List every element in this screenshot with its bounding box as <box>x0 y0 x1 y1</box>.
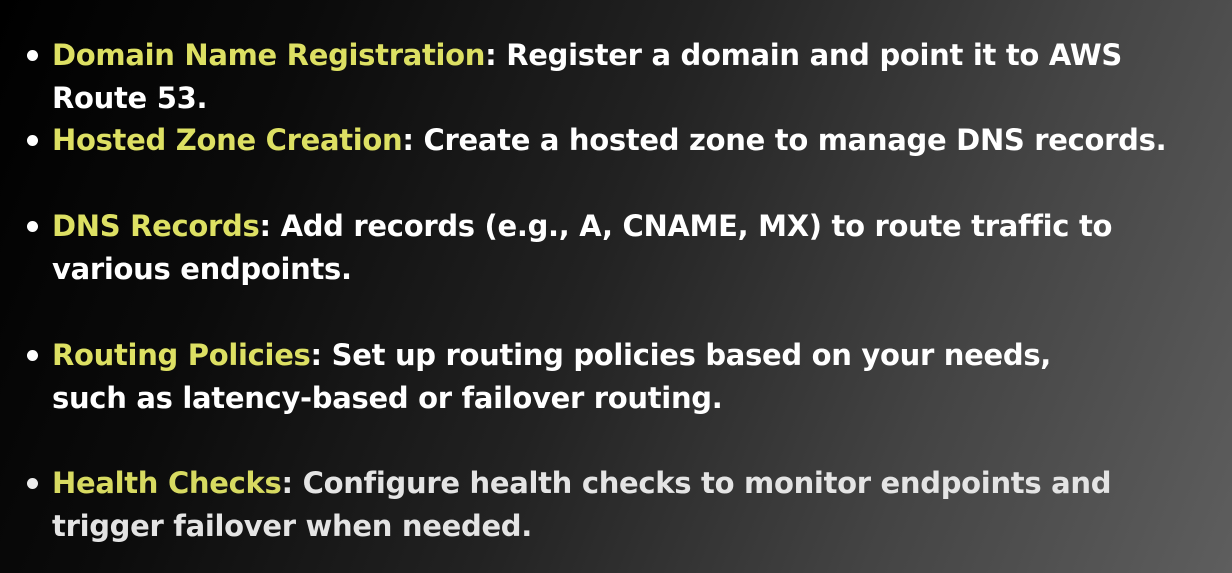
list-item-domain-registration: Domain Name Registration: Register a dom… <box>27 34 1212 120</box>
list-item-routing-policies: Routing Policies: Set up routing policie… <box>27 334 1112 420</box>
bullet-list: Domain Name Registration: Register a dom… <box>0 0 1232 573</box>
item-term: Hosted Zone Creation <box>52 123 403 157</box>
item-separator: : <box>310 338 323 372</box>
bullet-icon <box>27 350 38 361</box>
list-item-health-checks: Health Checks: Configure health checks t… <box>27 462 1172 548</box>
item-term: DNS Records <box>52 209 260 243</box>
item-separator: : <box>259 209 271 243</box>
item-separator: : <box>402 123 414 157</box>
bullet-icon <box>27 50 38 61</box>
item-separator: : <box>281 466 294 500</box>
item-term: Domain Name Registration <box>52 38 486 72</box>
bullet-icon <box>27 478 38 489</box>
bullet-icon <box>27 135 38 146</box>
list-item-dns-records: DNS Records: Add records (e.g., A, CNAME… <box>27 205 1162 291</box>
item-term: Routing Policies <box>52 338 311 372</box>
item-description: Create a hosted zone to manage DNS recor… <box>413 123 1167 157</box>
bullet-icon <box>27 221 38 232</box>
list-item-hosted-zone: Hosted Zone Creation: Create a hosted zo… <box>27 119 1212 162</box>
item-term: Health Checks <box>52 466 282 500</box>
item-separator: : <box>485 38 497 72</box>
